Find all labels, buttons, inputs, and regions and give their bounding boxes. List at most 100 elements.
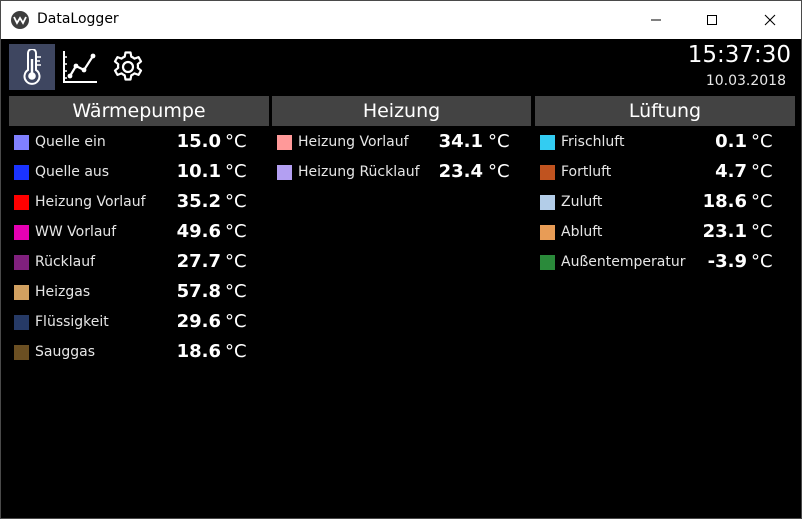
sensor-value: 35.2 [176, 191, 221, 212]
sensor-unit: °C [225, 311, 247, 332]
sensor-row: Abluft 23.1 °C [535, 218, 795, 248]
sensor-row: Flüssigkeit 29.6 °C [9, 308, 269, 338]
color-swatch [14, 285, 29, 300]
sensor-row: Fortluft 4.7 °C [535, 158, 795, 188]
title-bar: DataLogger [1, 1, 801, 39]
sensor-unit: °C [751, 221, 773, 242]
settings-button[interactable] [105, 44, 151, 90]
sensor-row: Quelle aus 10.1 °C [9, 158, 269, 188]
color-swatch [14, 135, 29, 150]
panel-title: Heizung [272, 96, 531, 126]
sensor-unit: °C [225, 341, 247, 362]
sensor-row: Heizung Vorlauf 34.1 °C [272, 128, 531, 158]
sensor-unit: °C [751, 161, 773, 182]
sensor-unit: °C [751, 251, 773, 272]
sensor-unit: °C [225, 161, 247, 182]
sensor-row: Heizung Rücklauf 23.4 °C [272, 158, 531, 188]
sensor-row: Rücklauf 27.7 °C [9, 248, 269, 278]
sensor-value: 34.1 [438, 131, 483, 152]
window-title: DataLogger [37, 11, 119, 27]
sensor-row: Zuluft 18.6 °C [535, 188, 795, 218]
color-swatch [277, 135, 292, 150]
sensor-label: Heizgas [35, 284, 91, 300]
sensor-unit: °C [488, 161, 510, 182]
sensor-value: 0.1 [715, 131, 747, 152]
sensor-label: Sauggas [35, 344, 95, 360]
sensor-value: 18.6 [176, 341, 221, 362]
app-logo-icon [11, 11, 29, 29]
chart-view-button[interactable] [57, 44, 103, 90]
sensor-unit: °C [225, 281, 247, 302]
sensor-value: 4.7 [715, 161, 747, 182]
sensor-label: Heizung Vorlauf [298, 134, 409, 150]
sensor-label: WW Vorlauf [35, 224, 117, 240]
sensor-value: 15.0 [176, 131, 221, 152]
sensor-row: Quelle ein 15.0 °C [9, 128, 269, 158]
panel-waermepumpe: Wärmepumpe Quelle ein 15.0 °C Quelle aus… [9, 96, 269, 368]
main-content: 15:37:30 10.03.2018 Wärmepumpe Quelle ei… [1, 39, 801, 518]
sensor-unit: °C [751, 191, 773, 212]
sensor-value: 23.1 [702, 221, 747, 242]
color-swatch [14, 255, 29, 270]
thermometer-icon [23, 49, 41, 85]
sensor-value: 57.8 [176, 281, 221, 302]
sensor-row: Heizgas 57.8 °C [9, 278, 269, 308]
sensor-label: Heizung Vorlauf [35, 194, 146, 210]
color-swatch [540, 165, 555, 180]
sensor-unit: °C [751, 131, 773, 152]
color-swatch [540, 195, 555, 210]
clock-date: 10.03.2018 [705, 73, 786, 89]
color-swatch [14, 165, 29, 180]
minimize-icon [651, 19, 661, 21]
minimize-button[interactable] [633, 1, 679, 39]
app-window: DataLogger 15:37:30 10.03.2018 Wärmepump… [0, 0, 802, 519]
panel-title: Wärmepumpe [9, 96, 269, 126]
sensor-label: Heizung Rücklauf [298, 164, 420, 180]
sensor-unit: °C [225, 251, 247, 272]
sensor-row: WW Vorlauf 49.6 °C [9, 218, 269, 248]
close-button[interactable] [747, 1, 793, 39]
color-swatch [540, 225, 555, 240]
color-swatch [14, 195, 29, 210]
color-swatch [540, 135, 555, 150]
color-swatch [14, 315, 29, 330]
panel-title: Lüftung [535, 96, 795, 126]
color-swatch [277, 165, 292, 180]
sensor-label: Rücklauf [35, 254, 96, 270]
panel-lueftung: Lüftung Frischluft 0.1 °C Fortluft 4.7 °… [535, 96, 795, 278]
sensor-label: Flüssigkeit [35, 314, 109, 330]
panel-heizung: Heizung Heizung Vorlauf 34.1 °C Heizung … [272, 96, 531, 188]
color-swatch [540, 255, 555, 270]
close-icon [764, 14, 776, 26]
sensor-value: 10.1 [176, 161, 221, 182]
sensor-value: 23.4 [438, 161, 483, 182]
sensor-unit: °C [488, 131, 510, 152]
sensor-label: Frischluft [561, 134, 625, 150]
sensor-unit: °C [225, 221, 247, 242]
sensor-label: Abluft [561, 224, 603, 240]
sensor-row: Sauggas 18.6 °C [9, 338, 269, 368]
sensor-value: -3.9 [707, 251, 747, 272]
sensor-label: Fortluft [561, 164, 612, 180]
sensor-unit: °C [225, 191, 247, 212]
sensor-value: 18.6 [702, 191, 747, 212]
maximize-icon [707, 15, 717, 25]
sensor-row: Heizung Vorlauf 35.2 °C [9, 188, 269, 218]
sensor-label: Außentemperatur [561, 254, 686, 270]
sensor-value: 49.6 [176, 221, 221, 242]
sensor-label: Quelle ein [35, 134, 106, 150]
sensor-label: Zuluft [561, 194, 603, 210]
color-swatch [14, 225, 29, 240]
temperature-view-button[interactable] [9, 44, 55, 90]
sensor-label: Quelle aus [35, 164, 110, 180]
maximize-button[interactable] [689, 1, 735, 39]
gear-icon [113, 51, 143, 81]
sensor-row: Außentemperatur -3.9 °C [535, 248, 795, 278]
sensor-unit: °C [225, 131, 247, 152]
sensor-value: 29.6 [176, 311, 221, 332]
sensor-value: 27.7 [176, 251, 221, 272]
color-swatch [14, 345, 29, 360]
clock-time: 15:37:30 [687, 42, 791, 68]
sensor-row: Frischluft 0.1 °C [535, 128, 795, 158]
line-chart-icon [63, 51, 97, 83]
